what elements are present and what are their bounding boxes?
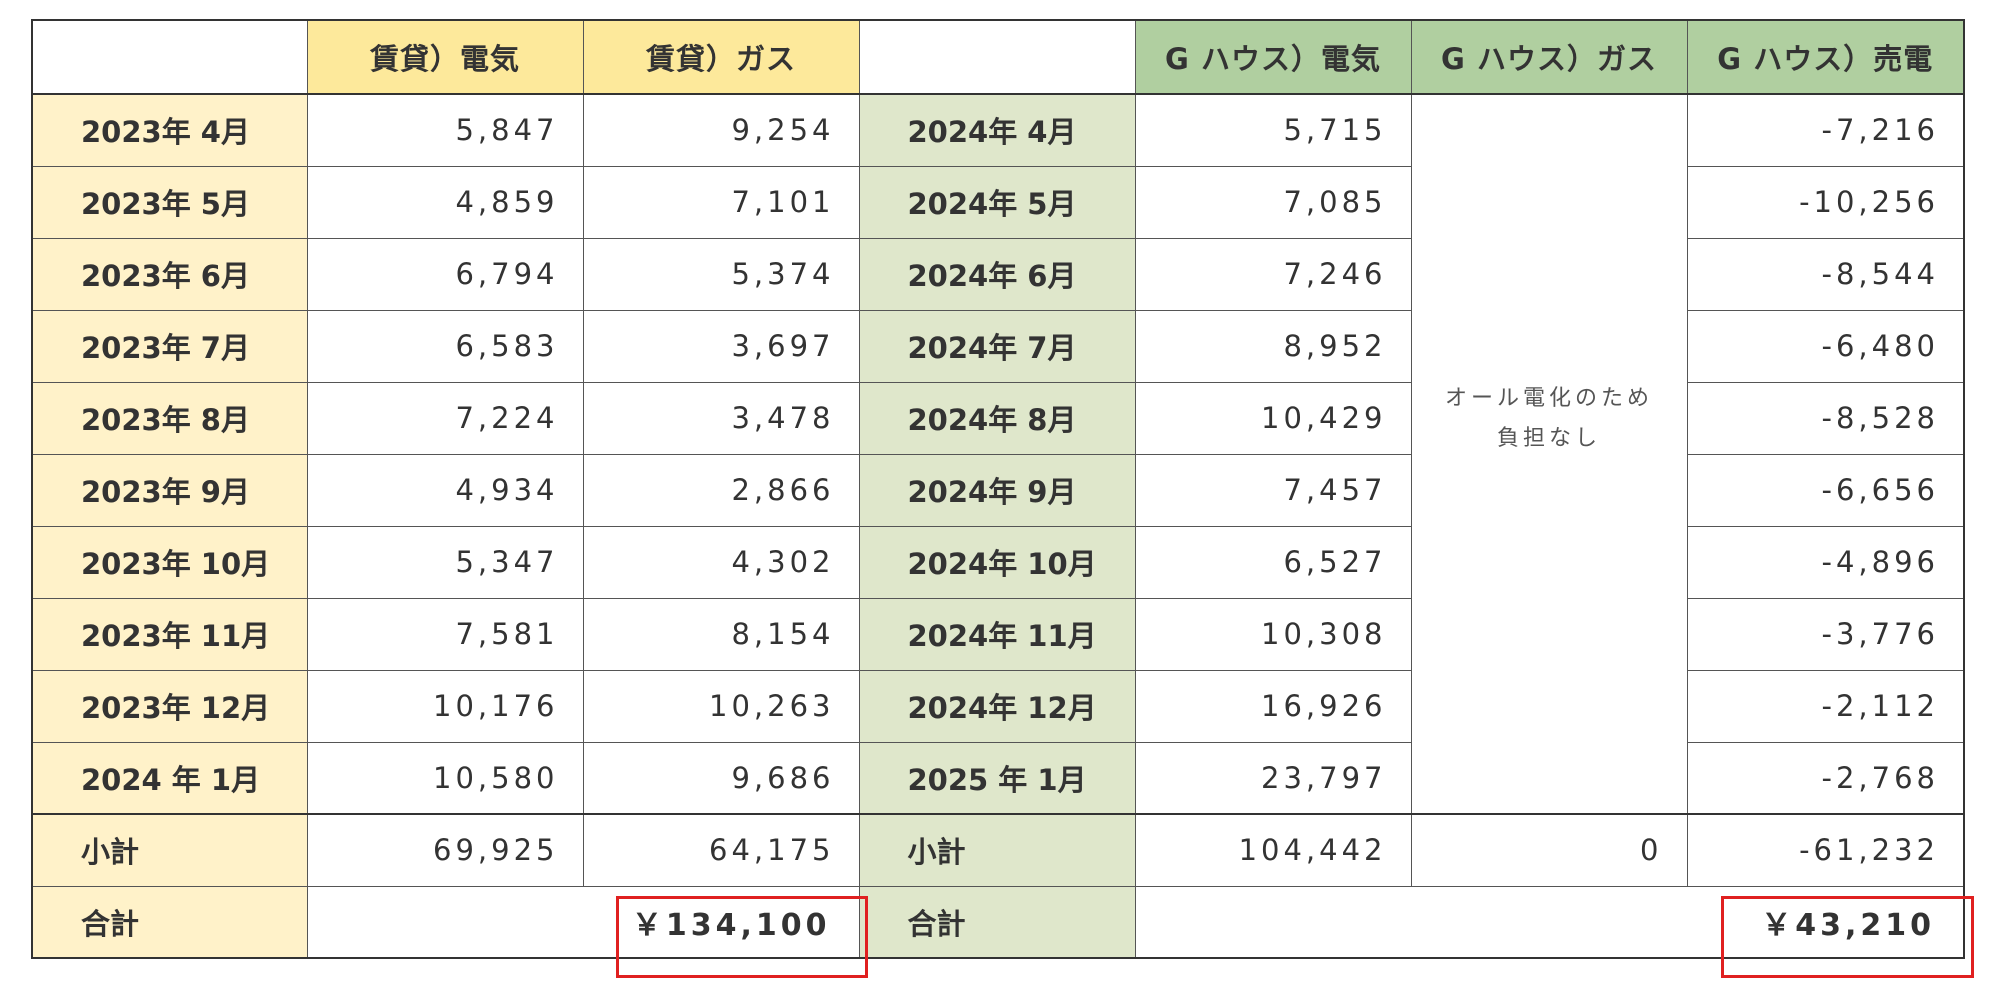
subtotal-rent-gas: 64,175 <box>582 813 860 887</box>
subtotal-ghouse-label: 小計 <box>858 813 1136 887</box>
rent-month-label: 2023年 11月 <box>31 597 308 671</box>
ghouse-sell-electricity-value: -8,544 <box>1686 237 1965 311</box>
rent-electricity-value: 6,794 <box>306 237 584 311</box>
ghouse-month-label: 2024年 10月 <box>858 525 1136 599</box>
ghouse-gas-note: オール電化のため 負担なし <box>1410 93 1688 815</box>
ghouse-sell-electricity-value: -4,896 <box>1686 525 1965 599</box>
ghouse-electricity-value: 10,429 <box>1134 381 1412 455</box>
header-ghouse-gas: G ハウス）ガス <box>1410 19 1688 95</box>
rent-gas-value: 3,697 <box>582 309 860 383</box>
ghouse-month-label: 2024年 9月 <box>858 453 1136 527</box>
rent-gas-value: 8,154 <box>582 597 860 671</box>
rent-month-label: 2024 年 1月 <box>31 741 308 815</box>
ghouse-month-label: 2025 年 1月 <box>858 741 1136 815</box>
rent-electricity-value: 4,934 <box>306 453 584 527</box>
ghouse-electricity-value: 7,457 <box>1134 453 1412 527</box>
rent-electricity-value: 10,176 <box>306 669 584 743</box>
ghouse-sell-electricity-value: -2,768 <box>1686 741 1965 815</box>
subtotal-ghouse-sell-electricity: -61,232 <box>1686 813 1965 887</box>
utility-cost-table: 賃貸）電気 賃貸）ガス G ハウス）電気 G ハウス）ガス G ハウス）売電 2… <box>31 19 1965 959</box>
rent-month-label: 2023年 7月 <box>31 309 308 383</box>
ghouse-month-label: 2024年 11月 <box>858 597 1136 671</box>
rent-gas-value: 5,374 <box>582 237 860 311</box>
ghouse-electricity-value: 7,085 <box>1134 165 1412 239</box>
rent-electricity-value: 7,581 <box>306 597 584 671</box>
ghouse-sell-electricity-value: -2,112 <box>1686 669 1965 743</box>
rent-gas-value: 3,478 <box>582 381 860 455</box>
header-row: 賃貸）電気 賃貸）ガス G ハウス）電気 G ハウス）ガス G ハウス）売電 <box>31 19 1965 95</box>
ghouse-electricity-value: 16,926 <box>1134 669 1412 743</box>
table-row: 2023年 4月 5,847 9,254 2024年 4月 5,715 オール電化のため … <box>31 93 1965 815</box>
ghouse-electricity-value: 8,952 <box>1134 309 1412 383</box>
subtotal-ghouse-electricity: 104,442 <box>1134 813 1412 887</box>
ghouse-month-label: 2024年 12月 <box>858 669 1136 743</box>
rent-total-highlight-box <box>616 896 868 978</box>
subtotal-row: 小計 69,925 64,175 小計 104,442 0 -61,232 <box>31 813 1965 887</box>
rent-gas-value: 7,101 <box>582 165 860 239</box>
ghouse-month-label: 2024年 7月 <box>858 309 1136 383</box>
rent-gas-value: 9,254 <box>582 93 860 167</box>
rent-gas-value: 2,866 <box>582 453 860 527</box>
ghouse-electricity-value: 7,246 <box>1134 237 1412 311</box>
rent-month-label: 2023年 8月 <box>31 381 308 455</box>
rent-month-label: 2023年 5月 <box>31 165 308 239</box>
header-blank-middle <box>858 19 1136 95</box>
rent-electricity-value: 5,847 <box>306 93 584 167</box>
rent-electricity-value: 6,583 <box>306 309 584 383</box>
ghouse-electricity-value: 10,308 <box>1134 597 1412 671</box>
rent-month-label: 2023年 4月 <box>31 93 308 167</box>
rent-gas-value: 10,263 <box>582 669 860 743</box>
rent-electricity-value: 4,859 <box>306 165 584 239</box>
total-label: 合計 <box>31 885 308 959</box>
ghouse-month-label: 2024年 5月 <box>858 165 1136 239</box>
rent-gas-value: 9,686 <box>582 741 860 815</box>
ghouse-sell-electricity-value: -8,528 <box>1686 381 1965 455</box>
rent-electricity-value: 7,224 <box>306 381 584 455</box>
header-blank-left <box>31 19 308 95</box>
total-ghouse-label: 合計 <box>858 885 1136 959</box>
ghouse-sell-electricity-value: -6,480 <box>1686 309 1965 383</box>
utility-cost-table-container: 賃貸）電気 賃貸）ガス G ハウス）電気 G ハウス）ガス G ハウス）売電 2… <box>31 19 1974 978</box>
rent-month-label: 2023年 9月 <box>31 453 308 527</box>
rent-month-label: 2023年 6月 <box>31 237 308 311</box>
rent-electricity-value: 10,580 <box>306 741 584 815</box>
header-rent-gas: 賃貸）ガス <box>582 19 860 95</box>
ghouse-month-label: 2024年 8月 <box>858 381 1136 455</box>
ghouse-sell-electricity-value: -7,216 <box>1686 93 1965 167</box>
ghouse-total-highlight-box <box>1721 896 1974 978</box>
rent-electricity-value: 5,347 <box>306 525 584 599</box>
ghouse-electricity-value: 5,715 <box>1134 93 1412 167</box>
ghouse-month-label: 2024年 4月 <box>858 93 1136 167</box>
header-rent-electricity: 賃貸）電気 <box>306 19 584 95</box>
rent-gas-value: 4,302 <box>582 525 860 599</box>
ghouse-month-label: 2024年 6月 <box>858 237 1136 311</box>
ghouse-electricity-value: 6,527 <box>1134 525 1412 599</box>
header-ghouse-sell-electricity: G ハウス）売電 <box>1686 19 1965 95</box>
rent-month-label: 2023年 12月 <box>31 669 308 743</box>
total-row: 合計 ￥134,100 合計 ￥43,210 <box>31 885 1965 959</box>
ghouse-sell-electricity-value: -3,776 <box>1686 597 1965 671</box>
ghouse-sell-electricity-value: -6,656 <box>1686 453 1965 527</box>
ghouse-sell-electricity-value: -10,256 <box>1686 165 1965 239</box>
subtotal-rent-electricity: 69,925 <box>306 813 584 887</box>
subtotal-ghouse-gas: 0 <box>1410 813 1688 887</box>
subtotal-label: 小計 <box>31 813 308 887</box>
header-ghouse-electricity: G ハウス）電気 <box>1134 19 1412 95</box>
table-body: 賃貸）電気 賃貸）ガス G ハウス）電気 G ハウス）ガス G ハウス）売電 2… <box>31 19 1965 959</box>
rent-month-label: 2023年 10月 <box>31 525 308 599</box>
ghouse-electricity-value: 23,797 <box>1134 741 1412 815</box>
